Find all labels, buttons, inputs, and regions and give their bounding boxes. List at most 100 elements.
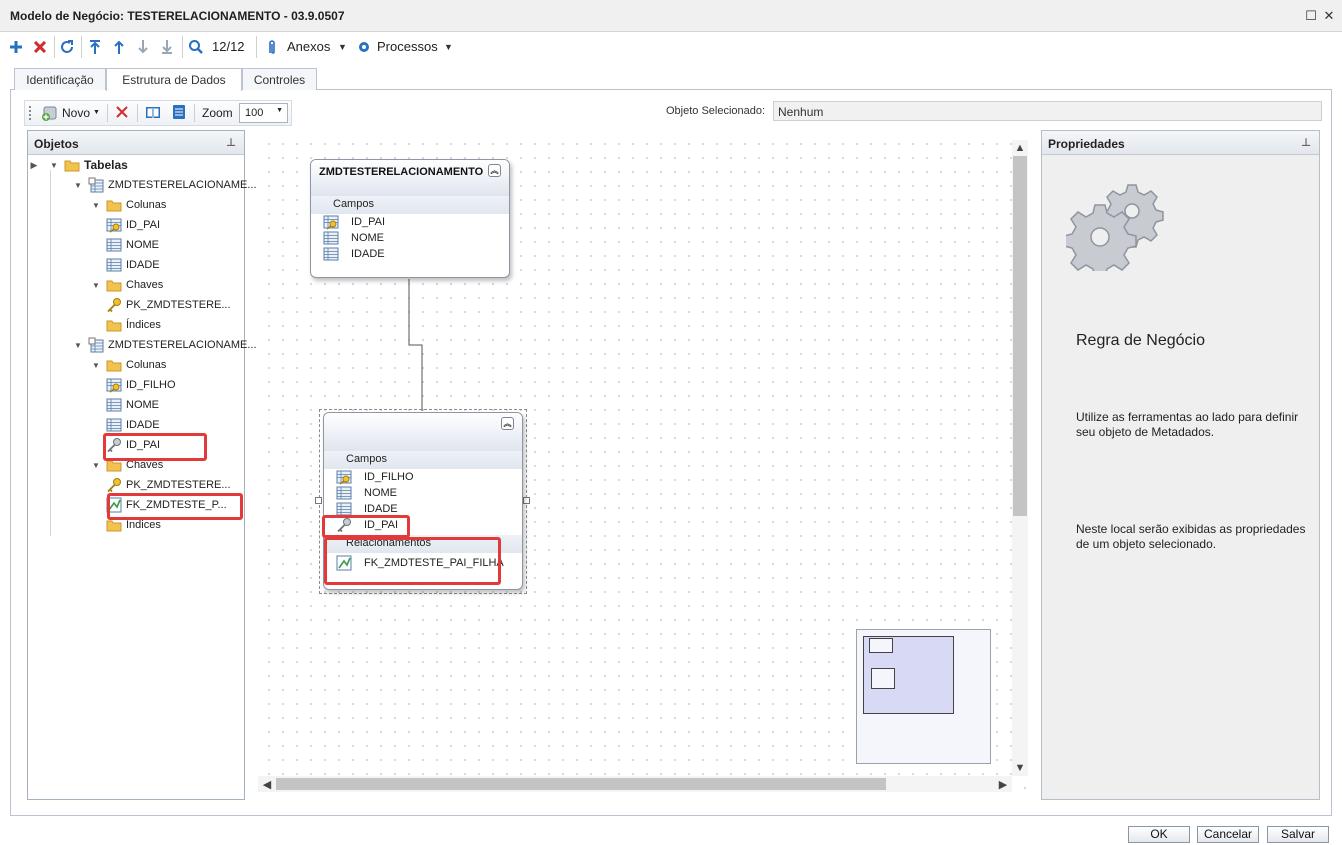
entity-field[interactable]: ID_FILHO [324, 469, 522, 485]
highlight-box [324, 537, 501, 585]
delete-object-icon[interactable] [115, 105, 129, 119]
scroll-up-icon[interactable]: ▲ [1013, 142, 1027, 154]
tree-item[interactable]: NOME [106, 235, 159, 255]
chevron-down-icon: ▼ [276, 107, 283, 114]
objects-panel-title: Objetos [34, 137, 79, 151]
tree-item-label: IDADE [126, 259, 160, 271]
pk-field-icon [336, 469, 352, 485]
folder-icon [106, 197, 122, 213]
tab-controles[interactable]: Controles [242, 68, 317, 90]
entity-field[interactable]: NOME [324, 485, 522, 501]
tree-item-label: ZMDTESTERELACIONAME... [108, 339, 257, 351]
scroll-down-icon[interactable]: ▼ [1013, 762, 1027, 774]
add-icon[interactable] [7, 38, 25, 56]
tree-item-label: Tabelas [84, 158, 128, 172]
key-icon [106, 297, 122, 313]
paperclip-icon [266, 38, 278, 56]
gears-icon [1066, 175, 1170, 271]
previous-record-icon[interactable] [110, 38, 128, 56]
refresh-icon[interactable] [58, 38, 76, 56]
collapse-arrow-icon[interactable]: ▼ [72, 341, 84, 350]
resize-handle[interactable] [523, 497, 530, 504]
scroll-right-icon[interactable]: ▶ [996, 778, 1010, 791]
key-icon [106, 477, 122, 493]
chevron-down-icon[interactable]: ▼ [444, 42, 453, 52]
objects-tree: ▶ ▼ Tabelas ▼ ZMDTESTERELACIONAME... ▼ Colunas… [28, 155, 257, 535]
cancel-button[interactable]: Cancelar [1197, 826, 1259, 843]
field-icon [323, 246, 339, 262]
collapse-arrow-icon[interactable]: ▼ [90, 461, 102, 470]
tree-item[interactable]: NOME [106, 395, 159, 415]
zoom-select[interactable]: 100 ▼ [239, 103, 288, 123]
search-icon[interactable] [187, 38, 205, 56]
collapse-arrow-icon[interactable]: ▼ [48, 161, 60, 170]
folder-icon [106, 317, 122, 333]
chevron-down-icon[interactable]: ▼ [338, 42, 347, 52]
next-record-icon[interactable] [134, 38, 152, 56]
zoom-value: 100 [245, 107, 264, 119]
first-record-icon[interactable] [86, 38, 104, 56]
tree-item-label: PK_ZMDTESTERE... [126, 299, 231, 311]
collapse-arrow-icon[interactable]: ▼ [90, 361, 102, 370]
properties-panel-header: Propriedades ⊥ [1042, 131, 1319, 155]
tab-estrutura-de-dados[interactable]: Estrutura de Dados [106, 68, 242, 91]
tree-item[interactable]: ID_FILHO [106, 375, 176, 395]
highlight-box [322, 515, 410, 538]
processes-menu[interactable]: Processos [377, 39, 438, 54]
tree-item[interactable]: IDADE [106, 255, 160, 275]
tree-item[interactable]: ▶ ▼ Tabelas [31, 155, 128, 175]
save-button[interactable]: Salvar [1267, 826, 1329, 843]
tree-item[interactable]: ▼ Colunas [90, 195, 166, 215]
entity-parent-table[interactable]: ZMDTESTERELACIONAMENTO ︽ Campos ID_PAI NO… [310, 159, 510, 278]
tree-item[interactable]: ▼ Chaves [90, 275, 163, 295]
tree-item[interactable]: ▼ ZMDTESTERELACIONAME... [72, 335, 257, 355]
entity-field[interactable]: ID_PAI [311, 214, 509, 230]
grip-handle[interactable] [29, 106, 32, 120]
collapse-icon[interactable]: ︽ [501, 417, 514, 430]
tree-item-label: Colunas [126, 199, 167, 211]
document-icon[interactable] [172, 104, 186, 120]
resize-handle[interactable] [315, 497, 322, 504]
tree-item[interactable]: ID_PAI [106, 215, 160, 235]
last-record-icon[interactable] [158, 38, 176, 56]
field-icon [323, 230, 339, 246]
ok-button[interactable]: OK [1128, 826, 1190, 843]
entity-field[interactable]: IDADE [311, 246, 509, 262]
new-button[interactable]: Novo [62, 106, 90, 120]
tree-item-label: ID_FILHO [126, 379, 176, 391]
new-object-icon [40, 104, 58, 122]
chevron-down-icon[interactable]: ▼ [93, 109, 100, 116]
field-icon [106, 417, 122, 433]
close-icon[interactable]: ✕ [1321, 8, 1337, 24]
tree-item[interactable]: ▼ Colunas [90, 355, 166, 375]
tree-item[interactable]: IDADE [106, 415, 160, 435]
pin-icon[interactable]: ⊥ [226, 136, 236, 149]
horizontal-scroll-thumb[interactable] [276, 778, 886, 790]
record-counter: 12/12 [212, 39, 245, 54]
collapse-arrow-icon[interactable]: ▼ [72, 181, 84, 190]
collapse-arrow-icon[interactable]: ▼ [90, 201, 102, 210]
collapse-arrow-icon[interactable]: ▼ [90, 281, 102, 290]
minimap[interactable] [856, 629, 991, 764]
expand-arrow-icon[interactable]: ▶ [28, 160, 40, 171]
scroll-left-icon[interactable]: ◀ [260, 778, 274, 791]
zoom-label: Zoom [202, 106, 233, 120]
tree-item[interactable]: Índices [90, 315, 161, 335]
pin-icon[interactable]: ⊥ [1301, 136, 1311, 149]
tree-item[interactable]: ▼ ZMDTESTERELACIONAME... [72, 175, 257, 195]
entity-field[interactable]: NOME [311, 230, 509, 246]
table-icon [88, 337, 104, 353]
highlight-box [107, 493, 243, 520]
tab-identificacao[interactable]: Identificação [14, 68, 106, 90]
book-icon[interactable] [145, 105, 161, 119]
tree-item[interactable]: PK_ZMDTESTERE... [106, 295, 231, 315]
attachments-menu[interactable]: Anexos [287, 39, 330, 54]
tree-item[interactable]: PK_ZMDTESTERE... [106, 475, 231, 495]
pk-field-icon [106, 217, 122, 233]
fields-section: Campos [311, 196, 509, 214]
toolbar-divider [107, 104, 108, 122]
collapse-icon[interactable]: ︽ [488, 164, 501, 177]
maximize-icon[interactable]: ☐ [1303, 8, 1319, 24]
delete-icon[interactable] [31, 38, 49, 56]
vertical-scroll-thumb[interactable] [1013, 156, 1027, 516]
